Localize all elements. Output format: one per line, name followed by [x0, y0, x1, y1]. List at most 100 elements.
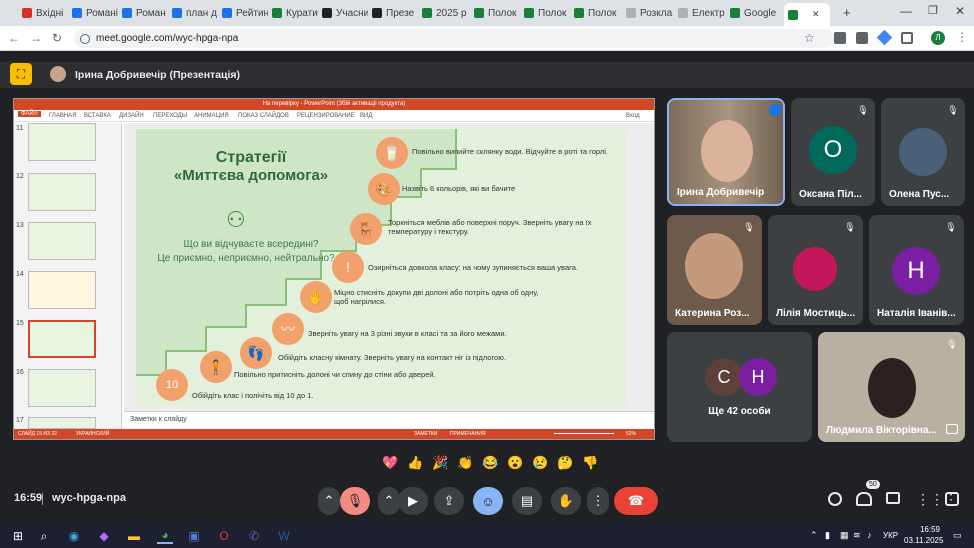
slide-notes[interactable]: Заметки к слайду — [124, 411, 654, 429]
reaction-emoji-button[interactable]: 👏 — [457, 455, 473, 471]
ppt-tab-review[interactable]: РЕЦЕНЗИРОВАНИЕ — [297, 113, 355, 119]
forward-icon[interactable]: → — [30, 31, 42, 45]
volume-icon[interactable]: ♪ — [867, 530, 872, 540]
url-field[interactable]: meet.google.com/wyc-hpga-npa — [74, 29, 834, 48]
browser-tab[interactable]: Рейтин — [222, 3, 268, 23]
captions-button[interactable]: ▤ — [512, 487, 542, 515]
windows-start-icon[interactable]: ⊞ — [10, 528, 26, 544]
participant-tile[interactable]: Ірина Добривечір — [667, 98, 785, 206]
ppt-tab-slideshow[interactable]: ПОКАЗ СЛАЙДОВ — [238, 113, 289, 119]
ppt-tab-animation[interactable]: АНИМАЦИЯ — [194, 113, 229, 119]
pin-icon[interactable] — [946, 424, 958, 434]
ppt-tab-transitions[interactable]: ПЕРЕХОДЫ — [153, 113, 187, 119]
reaction-emoji-button[interactable]: 🎉 — [432, 455, 448, 471]
participant-tile[interactable]: 🎙 Катерина Роз... — [667, 215, 762, 325]
present-button[interactable]: ⇪ — [434, 487, 464, 515]
keyboard-language[interactable]: УКР — [883, 531, 898, 540]
translate-icon[interactable] — [856, 32, 868, 44]
browser-tab[interactable]: Електр — [678, 3, 726, 23]
browser-tab[interactable]: Курати — [272, 3, 318, 23]
browser-menu-icon[interactable]: ⋮ — [956, 30, 968, 44]
browser-tab[interactable]: Вхідні — [22, 3, 68, 23]
reaction-emoji-button[interactable]: 😂 — [482, 455, 498, 471]
info-icon[interactable] — [828, 492, 842, 506]
tray-icon[interactable]: ▦ — [840, 530, 849, 541]
reaction-emoji-button[interactable]: 👍 — [407, 455, 423, 471]
status-language[interactable]: УКРАИНСКИЙ — [76, 429, 109, 439]
reaction-emoji-button[interactable]: 👎 — [582, 455, 598, 471]
taskbar-time[interactable]: 16:59 — [912, 525, 948, 534]
participant-tile[interactable]: 🎙 Людмила Вікторівна... — [818, 332, 965, 442]
status-notes-button[interactable]: ЗАМЕТКИ — [414, 429, 437, 439]
ppt-tab-insert[interactable]: ВСТАВКА — [84, 113, 111, 119]
app-icon[interactable]: ▣ — [186, 528, 202, 544]
slide-thumbnail-12[interactable] — [28, 173, 96, 211]
reaction-emoji-button[interactable]: 😮 — [507, 455, 523, 471]
wifi-icon[interactable]: ≋ — [853, 530, 861, 541]
browser-tab[interactable]: Google — [730, 3, 780, 23]
others-tile[interactable]: С Н Ще 42 особи — [667, 332, 812, 442]
browser-tab[interactable]: Роман — [122, 3, 168, 23]
file-explorer-icon[interactable]: ▬ — [126, 528, 142, 544]
raise-hand-button[interactable]: ✋ — [551, 487, 581, 515]
tab-active[interactable]: ✕ — [784, 3, 830, 26]
leave-call-button[interactable]: ☎ — [614, 487, 658, 515]
slide-thumbnail-11[interactable] — [28, 123, 96, 161]
reaction-emoji-button[interactable]: 💖 — [382, 455, 398, 471]
participant-tile[interactable]: О 🎙 Оксана Піл... — [791, 98, 875, 206]
new-tab-button[interactable]: + — [843, 5, 851, 20]
slide-thumbnail-14[interactable] — [28, 271, 96, 309]
zoom-slider[interactable] — [554, 433, 614, 434]
ppt-tab-design[interactable]: ДИЗАЙН — [119, 113, 144, 119]
chrome-icon[interactable]: ◕ — [157, 528, 173, 544]
participant-tile[interactable]: Н 🎙 Наталія Іванів... — [869, 215, 964, 325]
reload-icon[interactable]: ↻ — [52, 31, 62, 45]
tray-chevron-icon[interactable]: ⌃ — [810, 530, 818, 541]
browser-tab[interactable]: Полок — [474, 3, 520, 23]
reactions-button[interactable]: ☺ — [473, 487, 503, 515]
browser-tab[interactable]: план д — [172, 3, 218, 23]
status-comments-button[interactable]: ПРИМЕЧАНИЯ — [450, 429, 486, 439]
stop-presenting-icon[interactable]: ⛶ — [10, 63, 32, 85]
mic-off-button[interactable]: 🎙 — [340, 487, 370, 515]
viber-icon[interactable]: ✆ — [246, 528, 262, 544]
back-icon[interactable]: ← — [8, 31, 20, 45]
chat-button[interactable] — [886, 492, 900, 504]
word-icon[interactable]: W — [276, 528, 292, 544]
profile-avatar[interactable]: Л — [931, 31, 945, 45]
tab-close-icon[interactable]: ✕ — [812, 9, 820, 20]
reaction-emoji-button[interactable]: 🤔 — [557, 455, 573, 471]
puzzle-icon[interactable] — [901, 32, 913, 44]
ppt-login[interactable]: Вход — [626, 113, 640, 119]
browser-tab[interactable]: Полок — [574, 3, 622, 23]
minimize-window-button[interactable]: — — [900, 4, 912, 18]
ppt-tab-view[interactable]: ВИД — [360, 113, 372, 119]
current-slide[interactable]: Стратегії «Миттєва допомога» ⚇ Що ви від… — [136, 129, 626, 407]
slide-thumbnail-15-selected[interactable] — [28, 320, 96, 358]
slide-thumbnail-17[interactable] — [28, 417, 96, 429]
camera-options-button[interactable]: ⌃ — [378, 487, 400, 515]
more-options-button[interactable]: ⋮ — [587, 487, 609, 515]
close-window-button[interactable]: ✕ — [955, 4, 965, 18]
bookmark-star-icon[interactable]: ☆ — [804, 31, 815, 45]
browser-tab[interactable]: Романі — [72, 3, 118, 23]
participant-tile[interactable]: 🎙 Олена Пус... — [881, 98, 965, 206]
slide-thumbnail-13[interactable] — [28, 222, 96, 260]
search-icon[interactable]: ⌕ — [36, 528, 52, 544]
opera-icon[interactable]: O — [216, 528, 232, 544]
reaction-emoji-button[interactable]: 😢 — [532, 455, 548, 471]
browser-tab[interactable]: Учасни — [322, 3, 368, 23]
tray-icon[interactable]: ▮ — [825, 530, 830, 541]
extension-diamond-icon[interactable] — [876, 29, 893, 46]
browser-tab[interactable]: 2025 р — [422, 3, 470, 23]
people-button[interactable] — [856, 492, 872, 506]
maximize-window-button[interactable]: ❐ — [928, 4, 938, 17]
taskbar-date[interactable]: 03.11.2025 — [904, 536, 943, 545]
notification-icon[interactable]: ▭ — [953, 530, 962, 541]
camera-button[interactable]: ▶ — [398, 487, 428, 515]
ppt-tab-file[interactable]: ФАЙЛ — [18, 111, 41, 117]
copilot-icon[interactable]: ◆ — [96, 528, 112, 544]
slide-thumbnail-16[interactable] — [28, 369, 96, 407]
host-controls-button[interactable] — [945, 492, 959, 506]
site-info-icon[interactable] — [80, 34, 90, 44]
